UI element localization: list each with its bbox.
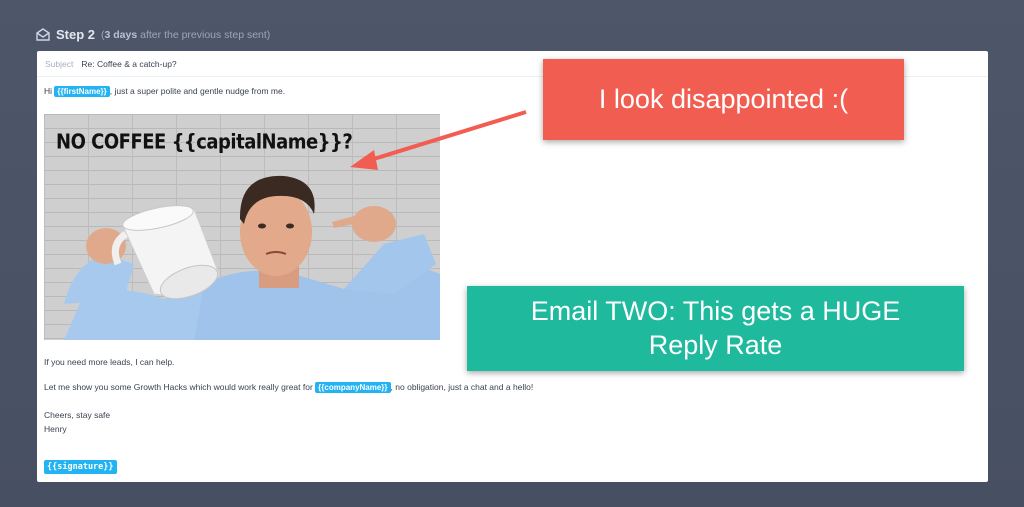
reply-rate-callout: Email TWO: This gets a HUGE Reply Rate [467,286,964,371]
step-header: Step 2 (3 days after the previous step s… [36,27,270,42]
company-name-variable[interactable]: {{companyName}} [315,382,391,393]
reply-rate-callout-line1: Email TWO: This gets a HUGE [530,295,901,326]
growth-hacks-line[interactable]: Let me show you some Growth Hacks which … [44,382,533,393]
signature-variable[interactable]: {{signature}} [44,460,117,474]
sender-name[interactable]: Henry [44,424,67,434]
subject-label: Subject [45,58,74,69]
first-name-variable[interactable]: {{firstName}} [54,86,110,97]
step-delay: (3 days after the previous step sent) [101,28,271,41]
disappointed-callout: I look disappointed :( [543,59,904,140]
reply-rate-callout-line2: Reply Rate [648,329,783,360]
greeting-line[interactable]: Hi {{firstName}}, just a super polite an… [44,86,285,97]
leads-line[interactable]: If you need more leads, I can help. [44,357,174,367]
closing-line[interactable]: Cheers, stay safe [44,410,110,420]
envelope-open-icon [36,28,50,41]
subject-value[interactable]: Re: Coffee & a catch-up? [81,59,176,69]
disappointed-callout-text: I look disappointed :( [598,84,849,114]
annotation-arrow [350,110,527,170]
step-title: Step 2 [56,27,96,42]
